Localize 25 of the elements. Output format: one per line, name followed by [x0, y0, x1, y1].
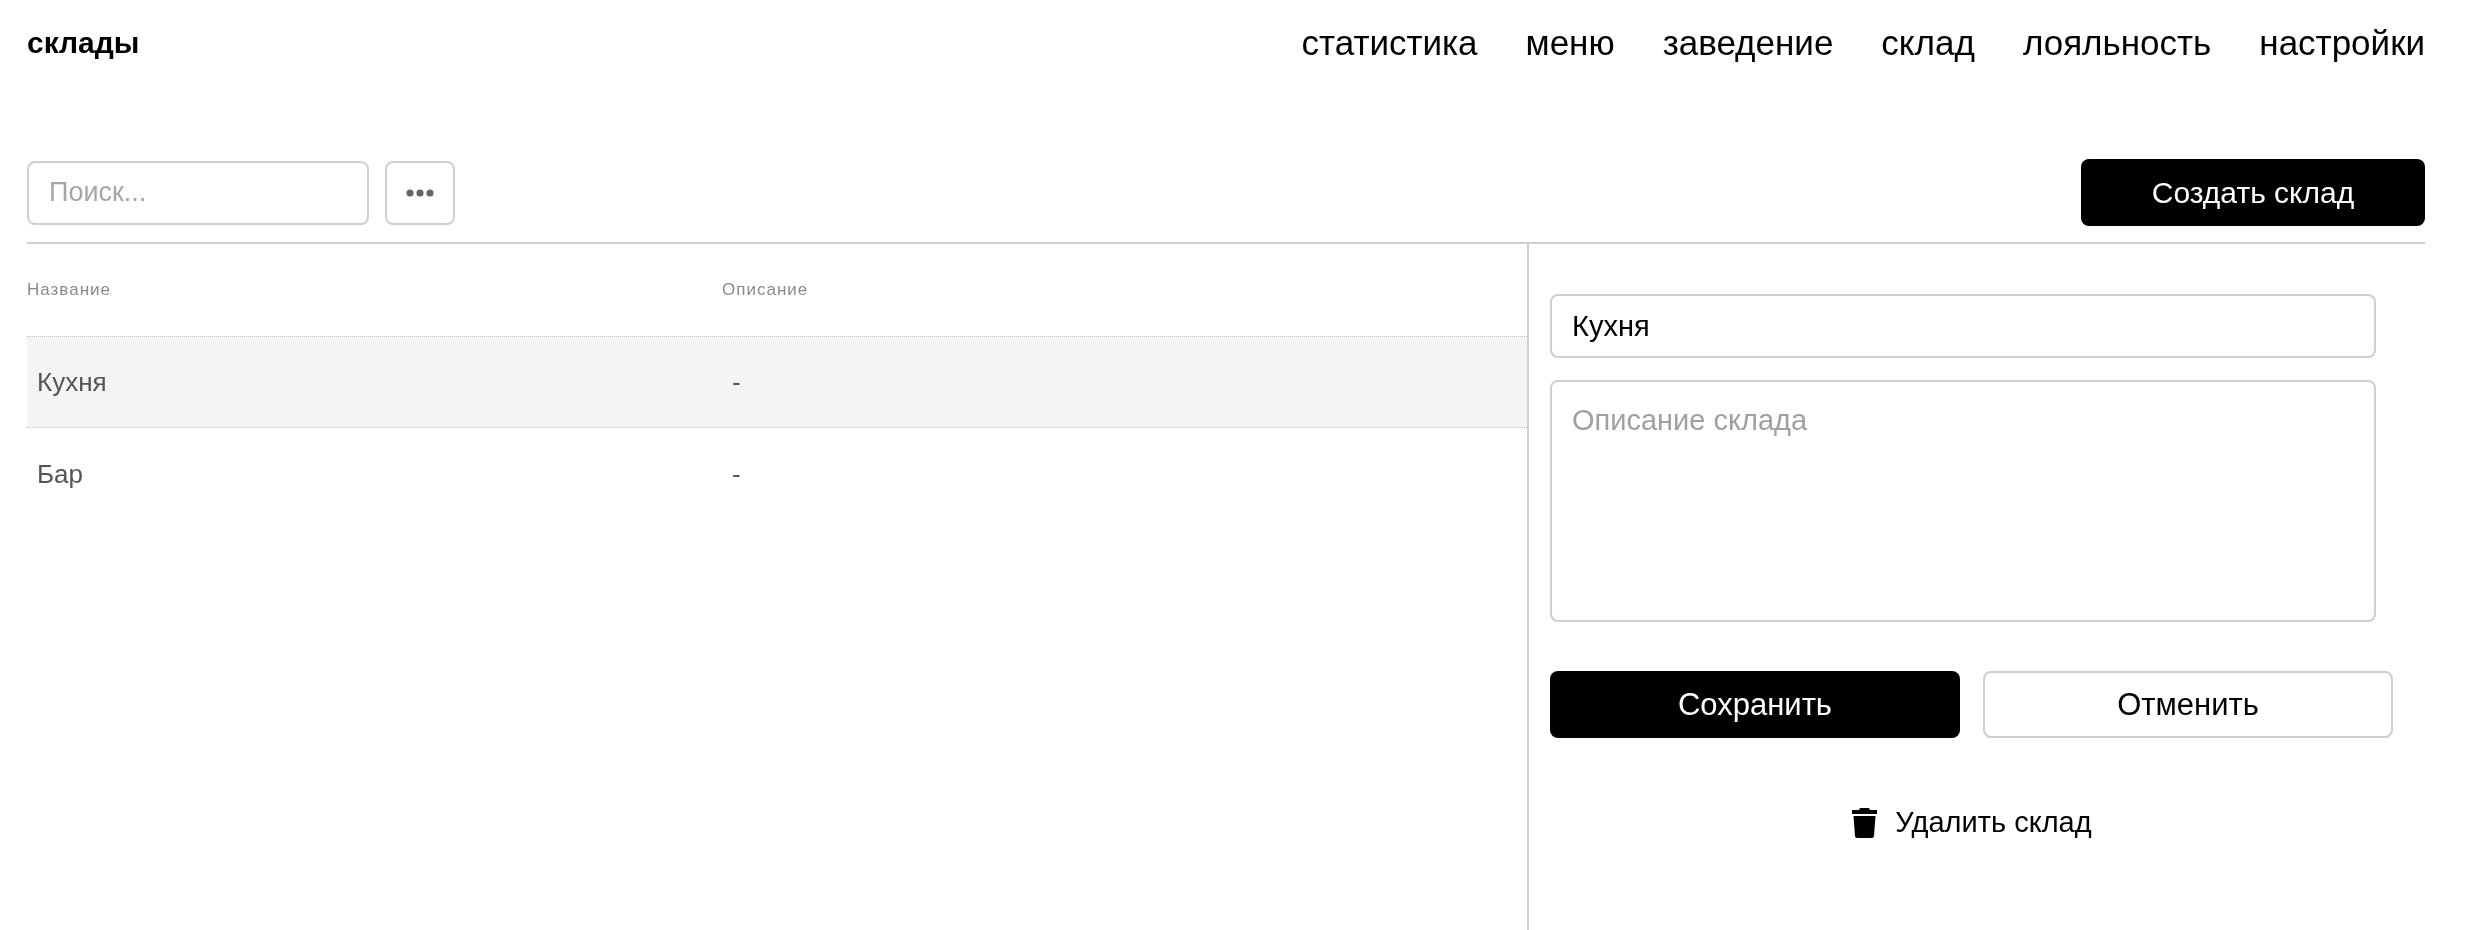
- table-cell-text: -: [731, 458, 741, 490]
- table-row[interactable]: Кухня -: [27, 336, 1527, 428]
- nav-link[interactable]: лояльность: [2022, 23, 2212, 63]
- nav-link[interactable]: меню: [1525, 23, 1615, 63]
- more-button[interactable]: [385, 160, 455, 225]
- table-cell-text: -: [731, 366, 741, 398]
- nav-link[interactable]: заведение: [1662, 23, 1834, 63]
- more-icon: [406, 188, 434, 197]
- create-button[interactable]: Создать склад: [2081, 159, 2425, 226]
- nav-link[interactable]: настройки: [2259, 23, 2425, 63]
- search-field[interactable]: Поиск...: [27, 160, 369, 225]
- table-row[interactable]: Бар -: [27, 428, 1527, 520]
- nav-link[interactable]: статистика: [1301, 23, 1478, 63]
- trash-icon: [1852, 807, 1878, 838]
- save-button[interactable]: Сохранить: [1550, 671, 1960, 738]
- name-field[interactable]: Кухня: [1550, 294, 2376, 358]
- description-field[interactable]: Описание склада: [1550, 380, 2376, 622]
- page-title: склады: [27, 26, 140, 60]
- column-header: Описание: [722, 280, 809, 300]
- table-cell-text: Кухня: [36, 366, 108, 398]
- nav-link[interactable]: склад: [1881, 23, 1975, 63]
- cancel-button[interactable]: Отменить: [1983, 671, 2393, 738]
- column-header: Название: [27, 280, 112, 300]
- delete-link[interactable]: Удалить склад: [1852, 806, 2092, 839]
- table-cell-text: Бар: [36, 458, 84, 490]
